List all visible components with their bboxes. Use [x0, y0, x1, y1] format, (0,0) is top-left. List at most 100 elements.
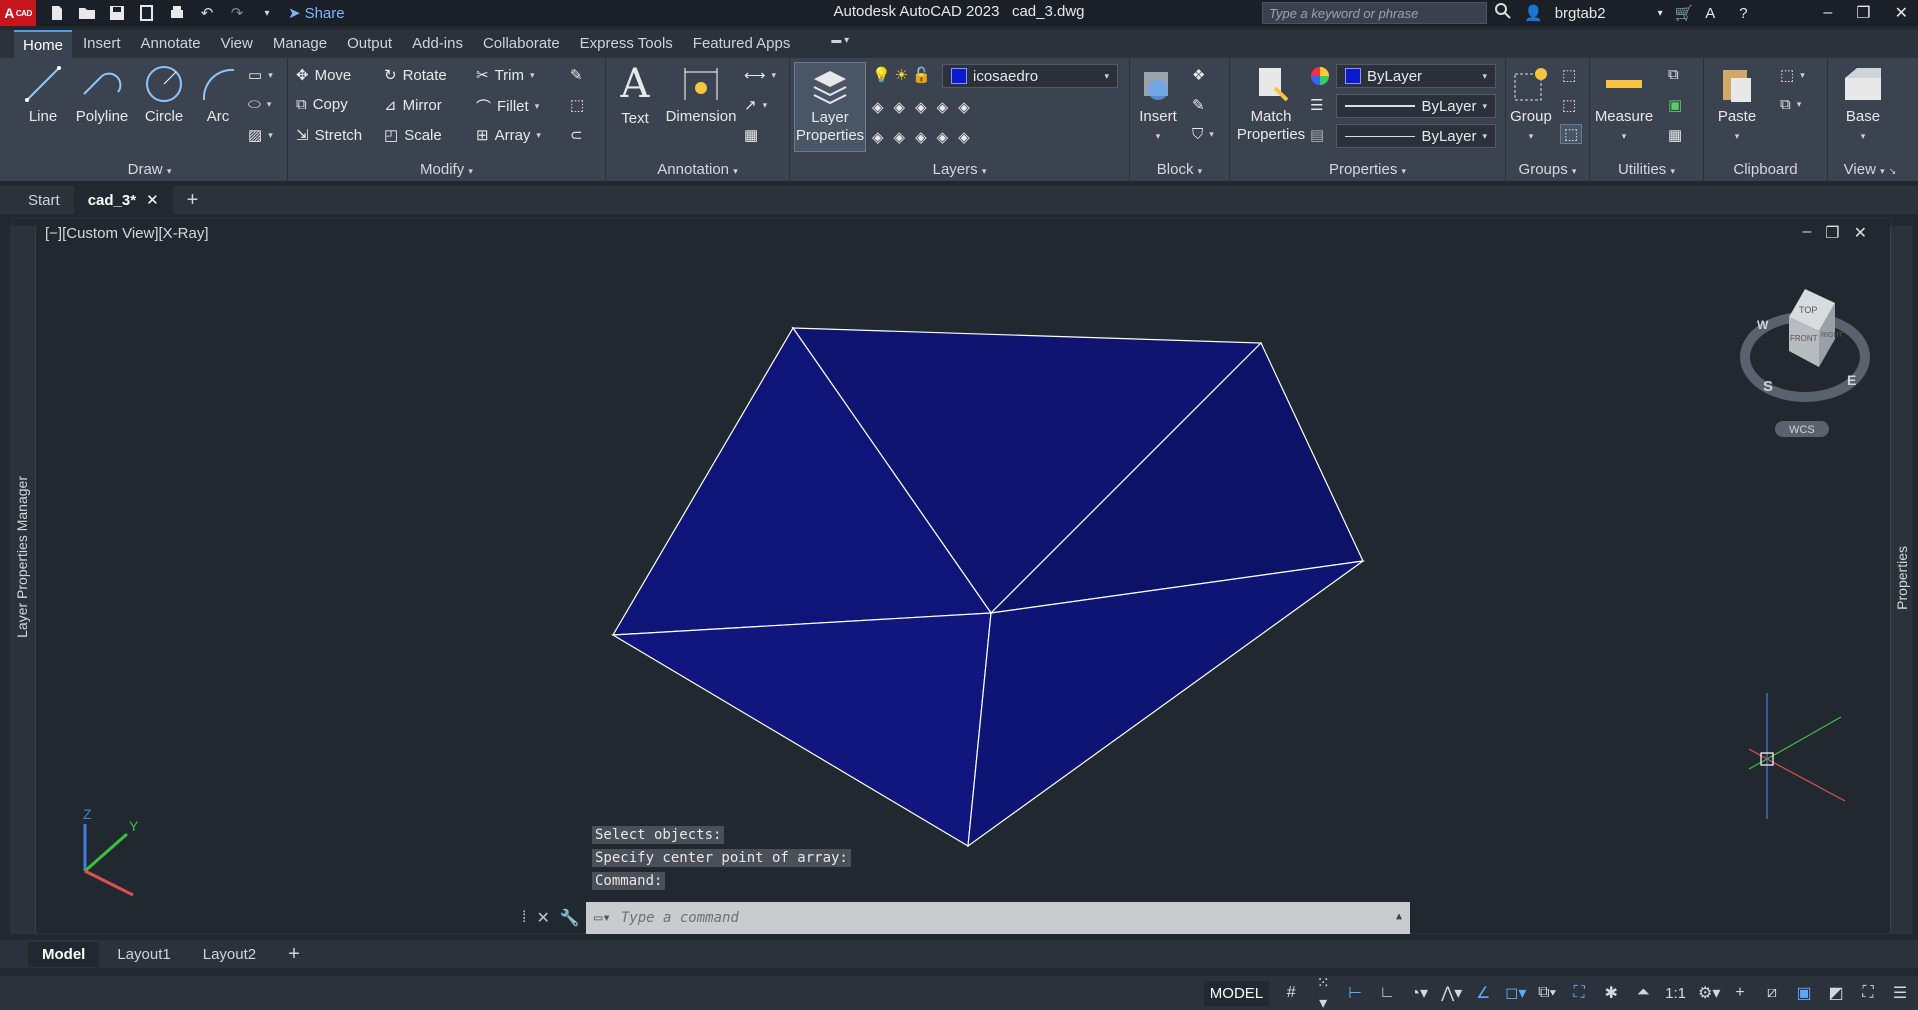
arc-button[interactable]: Arc — [194, 64, 242, 126]
layer-thaw-all-icon[interactable]: ◈ — [937, 128, 949, 146]
plot-icon[interactable] — [168, 5, 186, 21]
app-logo[interactable]: A CAD — [0, 0, 36, 26]
cart-icon[interactable]: 🛒 — [1675, 4, 1694, 22]
layer-previous-icon[interactable]: ◈ — [894, 128, 906, 146]
select-all-icon[interactable]: ▣ — [1668, 96, 1682, 114]
layer-current-icon[interactable]: ◈ — [958, 98, 970, 116]
trim-button[interactable]: ✂ Trim ▾ — [476, 66, 535, 85]
polyline-button[interactable]: Polyline — [72, 64, 132, 126]
annotation-visibility-icon[interactable]: ⧉▾ — [1537, 984, 1557, 1002]
layer-freeze-icon[interactable]: ◈ — [915, 98, 927, 116]
customize-toolbar-icon[interactable]: ▾ — [258, 5, 276, 21]
fullscreen-icon[interactable]: ⛶ — [1858, 984, 1878, 1002]
new-file-icon[interactable] — [48, 5, 66, 21]
isometric-icon[interactable]: ⋀▾ — [1441, 983, 1462, 1003]
group-button[interactable]: Group ▾ — [1506, 64, 1556, 145]
object-color-icon[interactable] — [1310, 66, 1330, 86]
copy-clip-icon[interactable]: ⧉ ▾ — [1780, 96, 1801, 113]
annotation-scale-value[interactable]: 1:1 — [1665, 985, 1686, 1002]
tab-manage[interactable]: Manage — [264, 30, 336, 58]
maximize-icon[interactable]: ❐ — [1856, 3, 1870, 23]
rectangle-icon[interactable]: ▭ ▾ — [248, 66, 273, 84]
autodesk-account-icon[interactable]: A — [1705, 5, 1715, 22]
command-line-grip-icon[interactable]: ⁞ — [522, 909, 526, 927]
save-icon[interactable] — [108, 5, 126, 21]
offset-icon[interactable]: ⊂ — [570, 126, 583, 144]
ungroup-icon[interactable]: ⬚ — [1562, 66, 1576, 84]
edit-block-icon[interactable]: ✎ — [1192, 96, 1205, 114]
stretch-button[interactable]: ⇲ Stretch — [296, 126, 362, 145]
layer-on-icon[interactable]: 💡 — [872, 66, 891, 84]
ellipse-icon[interactable]: ⬭ ▾ — [248, 96, 271, 113]
model-space-toggle[interactable]: MODEL — [1203, 980, 1270, 1006]
linear-dimension-icon[interactable]: ⟷ ▾ — [744, 66, 776, 84]
user-menu-chevron-icon[interactable]: ▾ — [1658, 8, 1663, 19]
tab-add-ins[interactable]: Add-ins — [403, 30, 472, 58]
annotation-monitor-icon[interactable]: + — [1730, 984, 1750, 1002]
command-input[interactable]: ▭▾ Type a command ▲ — [586, 902, 1410, 934]
workspace-gear-icon[interactable]: ⚙▾ — [1698, 983, 1720, 1003]
tab-model[interactable]: Model — [28, 941, 100, 967]
close-tab-icon[interactable]: ✕ — [146, 191, 159, 209]
tab-annotate[interactable]: Annotate — [132, 30, 210, 58]
grid-icon[interactable]: # — [1281, 984, 1301, 1002]
open-folder-icon[interactable] — [78, 5, 96, 21]
draw-panel-title[interactable]: Draw ▾ — [12, 161, 287, 178]
dimension-button[interactable]: Dimension — [660, 64, 742, 126]
tab-featured-apps[interactable]: Featured Apps — [684, 30, 800, 58]
line-button[interactable]: Line — [18, 64, 68, 126]
block-attributes-icon[interactable]: ⛉ ▾ — [1192, 126, 1214, 143]
command-close-icon[interactable]: ✕ — [536, 908, 549, 928]
layer-thaw-icon[interactable]: ☀ — [895, 66, 908, 84]
copy-button[interactable]: ⧉ Copy — [296, 96, 348, 113]
properties-panel-title[interactable]: Properties ▾ — [1230, 161, 1505, 178]
groups-panel-title[interactable]: Groups ▾ — [1506, 161, 1589, 178]
new-tab-icon[interactable]: + — [173, 184, 213, 217]
minimize-icon[interactable]: – — [1823, 4, 1832, 22]
recent-commands-icon[interactable]: ▭▾ — [594, 910, 611, 926]
lineweight-dropdown[interactable]: ByLayer ▾ — [1336, 124, 1496, 148]
infer-constraints-icon[interactable]: ⊢ — [1345, 983, 1365, 1003]
add-layout-icon[interactable]: + — [274, 939, 314, 970]
insert-button[interactable]: Insert ▾ — [1132, 64, 1184, 145]
erase-icon[interactable]: ✎ — [570, 66, 583, 84]
tab-layout2[interactable]: Layout2 — [189, 942, 270, 967]
explode-icon[interactable]: ⬚ — [570, 96, 584, 114]
layer-unisolate-icon[interactable]: ◈ — [915, 128, 927, 146]
tab-express-tools[interactable]: Express Tools — [571, 30, 682, 58]
object-snap-tracking-icon[interactable]: ∠ — [1473, 983, 1493, 1003]
isolate-objects-icon[interactable]: ◩ — [1826, 983, 1846, 1003]
tab-home[interactable]: Home — [14, 30, 73, 58]
circle-button[interactable]: Circle — [136, 64, 192, 126]
annotation-object-scale-icon[interactable]: ⏶ — [1633, 984, 1653, 1002]
match-properties-button[interactable]: Match Properties — [1234, 64, 1308, 144]
view-panel-title[interactable]: View ▾ ↘ — [1828, 161, 1912, 178]
utilities-panel-title[interactable]: Utilities ▾ — [1590, 161, 1703, 178]
command-history-toggle-icon[interactable]: ▲ — [1396, 911, 1402, 922]
tab-layout1[interactable]: Layout1 — [103, 942, 184, 967]
layer-isolate-icon[interactable]: ◈ — [894, 98, 906, 116]
layer-dropdown[interactable]: icosaedro ▾ — [942, 64, 1118, 88]
group-selection-icon[interactable]: ⬚ — [1560, 124, 1583, 144]
units-icon[interactable]: ⧄ — [1762, 984, 1782, 1002]
ribbon-display-toggle[interactable]: ▬ ▾ — [801, 30, 858, 58]
layer-match-icon[interactable]: ◈ — [872, 128, 884, 146]
search-input[interactable]: Type a keyword or phrase — [1262, 2, 1487, 24]
search-icon[interactable] — [1494, 2, 1512, 24]
tab-document[interactable]: cad_3* ✕ — [73, 186, 173, 214]
fillet-button[interactable]: ⌒ Fillet ▾ — [476, 96, 539, 117]
polar-tracking-icon[interactable]: ◔▾ — [1409, 983, 1429, 1003]
tab-output[interactable]: Output — [338, 30, 401, 58]
quick-properties-icon[interactable]: ▣ — [1794, 983, 1814, 1003]
tab-collaborate[interactable]: Collaborate — [474, 30, 569, 58]
color-dropdown[interactable]: ByLayer ▾ — [1336, 64, 1496, 88]
save-as-icon[interactable] — [138, 5, 156, 21]
icosahedron-mesh[interactable] — [611, 326, 1366, 848]
transparency-icon[interactable]: ▤ — [1310, 126, 1324, 144]
calculator-icon[interactable]: ▦ — [1668, 126, 1682, 144]
base-view-button[interactable]: Base ▾ — [1832, 64, 1894, 145]
layer-properties-button[interactable]: Layer Properties — [794, 62, 866, 152]
lineweight-icon[interactable]: ☰ — [1310, 96, 1323, 114]
leader-icon[interactable]: ↗ ▾ — [744, 96, 767, 114]
undo-icon[interactable]: ↶ — [198, 5, 216, 22]
